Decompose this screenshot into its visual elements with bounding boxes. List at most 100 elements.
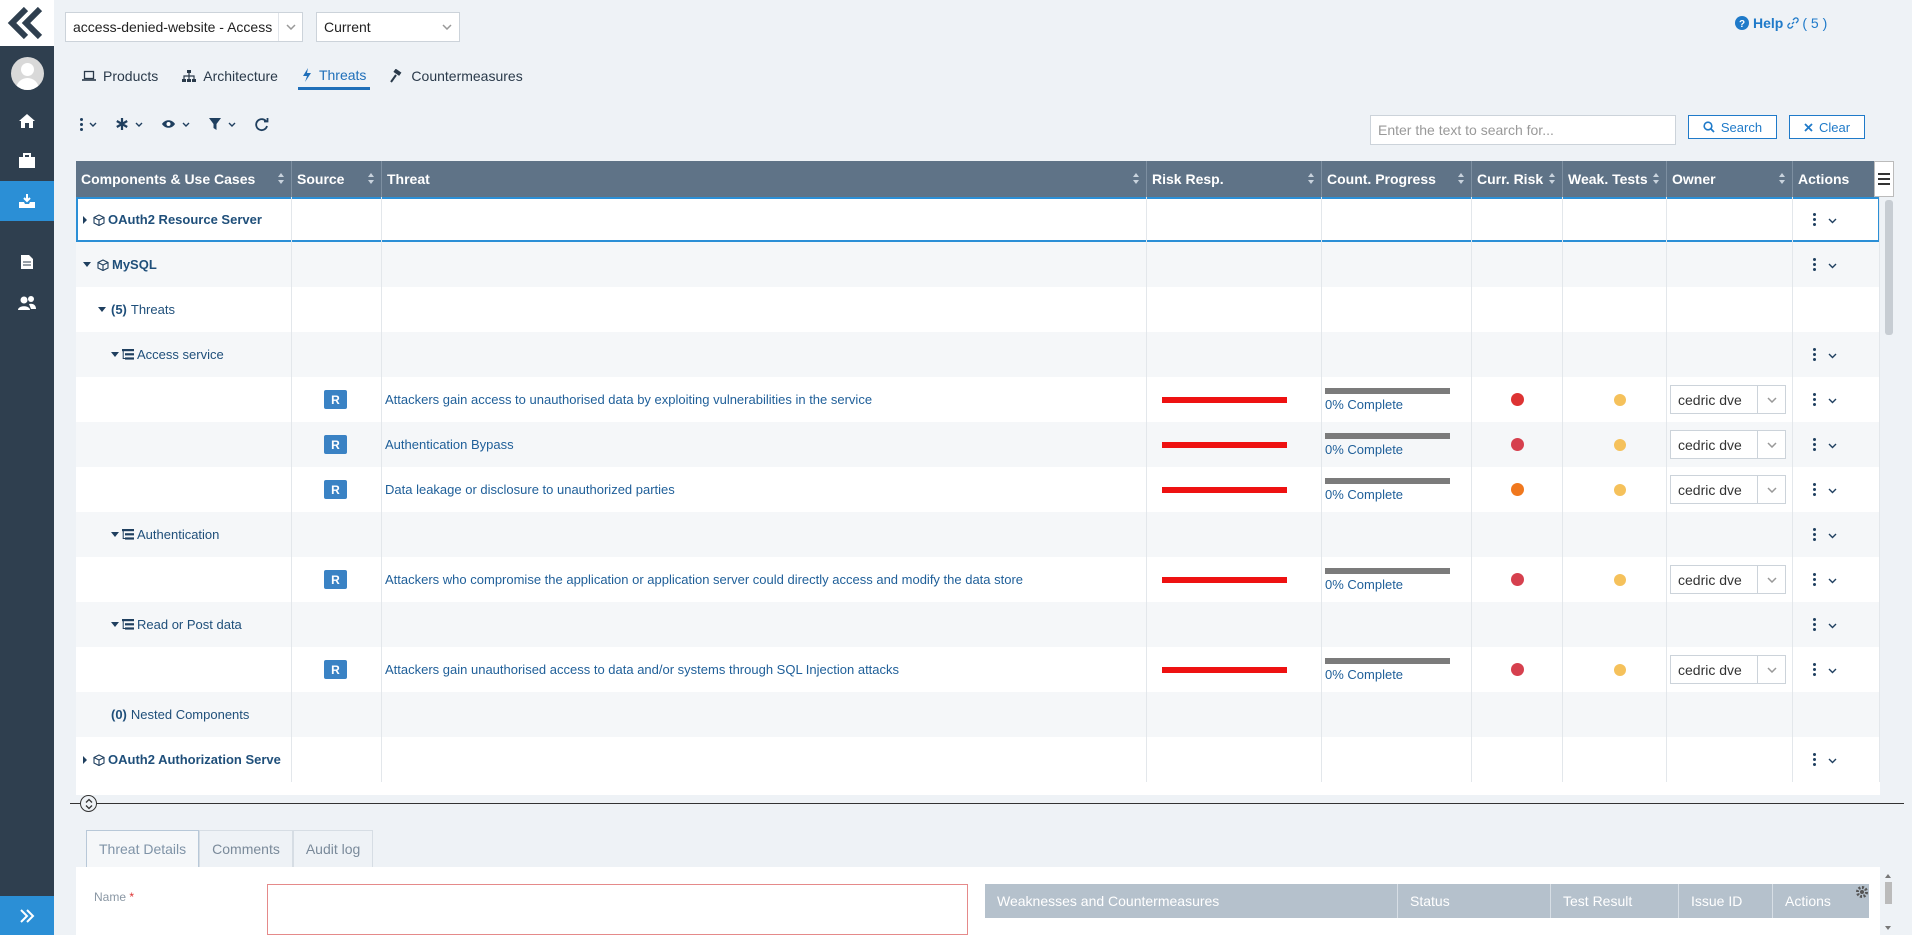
- grid-scrollbar[interactable]: [1885, 200, 1893, 335]
- tab-products[interactable]: Products: [78, 62, 162, 90]
- row-expand-button[interactable]: [1828, 437, 1837, 452]
- threat-name[interactable]: Authentication Bypass: [382, 437, 514, 452]
- threat-name[interactable]: Attackers gain access to unauthorised da…: [382, 392, 872, 407]
- column-header-source[interactable]: Source: [292, 161, 382, 197]
- row-expand-button[interactable]: [1828, 392, 1837, 407]
- owner-select[interactable]: cedric dve: [1670, 655, 1786, 684]
- search-input[interactable]: [1370, 115, 1676, 145]
- column-header-test-result[interactable]: Test Result: [1551, 884, 1679, 918]
- project-select[interactable]: access-denied-website - Access: [65, 12, 303, 42]
- column-header-components[interactable]: Components & Use Cases: [76, 161, 292, 197]
- kebab-icon[interactable]: [1813, 753, 1816, 766]
- refresh-button[interactable]: [254, 113, 269, 135]
- help-link[interactable]: ? Help ( 5 ): [1735, 15, 1827, 31]
- gear-icon[interactable]: [1855, 885, 1869, 902]
- nav-briefcase[interactable]: [0, 141, 54, 181]
- view-dropdown[interactable]: [161, 113, 190, 135]
- search-button[interactable]: Search: [1688, 115, 1777, 139]
- row-expand-button[interactable]: [1828, 482, 1837, 497]
- usecase-name[interactable]: Read or Post data: [137, 617, 242, 632]
- component-name[interactable]: OAuth2 Authorization Serve: [108, 752, 281, 767]
- owner-select[interactable]: cedric dve: [1670, 565, 1786, 594]
- table-row[interactable]: MySQL: [76, 242, 1880, 287]
- column-menu-button[interactable]: [1874, 161, 1894, 197]
- caret-right-icon[interactable]: [83, 755, 87, 764]
- nav-reports[interactable]: [0, 242, 54, 282]
- table-row[interactable]: OAuth2 Authorization Serve: [76, 737, 1880, 782]
- owner-select[interactable]: cedric dve: [1670, 385, 1786, 414]
- nav-users[interactable]: [0, 283, 54, 323]
- row-expand-button[interactable]: [1828, 212, 1837, 227]
- group-label[interactable]: Threats: [131, 302, 175, 317]
- caret-down-icon[interactable]: [111, 352, 119, 357]
- table-row[interactable]: Read or Post data: [76, 602, 1880, 647]
- tab-architecture[interactable]: Architecture: [178, 62, 282, 90]
- column-header-owner[interactable]: Owner: [1667, 161, 1793, 197]
- table-row[interactable]: R Attackers who compromise the applicatio…: [76, 557, 1880, 602]
- usecase-name[interactable]: Authentication: [137, 527, 219, 542]
- kebab-icon[interactable]: [1813, 528, 1816, 541]
- expand-nav-button[interactable]: [0, 896, 54, 935]
- threat-name[interactable]: Attackers who compromise the application…: [382, 572, 1023, 587]
- kebab-icon[interactable]: [1813, 483, 1816, 496]
- column-header-risk-resp[interactable]: Risk Resp.: [1147, 161, 1322, 197]
- caret-right-icon[interactable]: [83, 215, 87, 224]
- owner-select[interactable]: cedric dve: [1670, 475, 1786, 504]
- kebab-icon[interactable]: [1813, 393, 1816, 406]
- table-row[interactable]: (0) Nested Components: [76, 692, 1880, 737]
- group-label[interactable]: Nested Components: [131, 707, 250, 722]
- kebab-icon[interactable]: [1813, 663, 1816, 676]
- column-header-weak-tests[interactable]: Weak. Tests: [1563, 161, 1667, 197]
- table-row[interactable]: R Authentication Bypass 0% Complete cedric …: [76, 422, 1880, 467]
- splitter-handle[interactable]: [80, 795, 97, 812]
- nav-home[interactable]: [0, 101, 54, 141]
- component-name[interactable]: MySQL: [112, 257, 157, 272]
- row-expand-button[interactable]: [1828, 347, 1837, 362]
- threat-name[interactable]: Attackers gain unauthorised access to da…: [382, 662, 899, 677]
- asterisk-dropdown[interactable]: [115, 113, 143, 135]
- collapse-logo-button[interactable]: [0, 0, 54, 46]
- kebab-icon[interactable]: [1813, 348, 1816, 361]
- row-expand-button[interactable]: [1828, 527, 1837, 542]
- column-header-weaknesses[interactable]: Weaknesses and Countermeasures: [985, 884, 1398, 918]
- version-select[interactable]: Current: [316, 12, 460, 42]
- kebab-icon[interactable]: [1813, 438, 1816, 451]
- row-expand-button[interactable]: [1828, 617, 1837, 632]
- row-expand-button[interactable]: [1828, 662, 1837, 677]
- name-input[interactable]: [267, 884, 968, 935]
- tab-threats[interactable]: Threats: [297, 62, 371, 90]
- filter-dropdown[interactable]: [208, 113, 236, 135]
- caret-down-icon[interactable]: [98, 307, 106, 312]
- kebab-icon[interactable]: [1813, 573, 1816, 586]
- column-header-curr-risk[interactable]: Curr. Risk: [1472, 161, 1563, 197]
- column-header-threat[interactable]: Threat: [382, 161, 1147, 197]
- avatar[interactable]: [11, 57, 44, 90]
- panel-splitter[interactable]: [70, 803, 1904, 804]
- caret-down-icon[interactable]: [111, 622, 119, 627]
- kebab-icon[interactable]: [1813, 258, 1816, 271]
- table-row[interactable]: Access service: [76, 332, 1880, 377]
- tab-countermeasures[interactable]: Countermeasures: [386, 62, 526, 90]
- row-expand-button[interactable]: [1828, 752, 1837, 767]
- tab-comments[interactable]: Comments: [199, 830, 293, 867]
- row-expand-button[interactable]: [1828, 572, 1837, 587]
- kebab-icon[interactable]: [1813, 618, 1816, 631]
- caret-down-icon[interactable]: [111, 532, 119, 537]
- owner-select[interactable]: cedric dve: [1670, 430, 1786, 459]
- nav-threat-models[interactable]: [0, 181, 54, 221]
- clear-button[interactable]: Clear: [1789, 115, 1865, 139]
- detail-scrollbar[interactable]: [1882, 872, 1894, 932]
- usecase-name[interactable]: Access service: [137, 347, 224, 362]
- caret-down-icon[interactable]: [83, 262, 91, 267]
- column-header-status[interactable]: Status: [1398, 884, 1551, 918]
- more-options-dropdown[interactable]: [80, 113, 97, 135]
- table-row[interactable]: R Attackers gain access to unauthorised d…: [76, 377, 1880, 422]
- table-row[interactable]: R Attackers gain unauthorised access to d…: [76, 647, 1880, 692]
- kebab-icon[interactable]: [1813, 213, 1816, 226]
- threat-name[interactable]: Data leakage or disclosure to unauthoriz…: [382, 482, 675, 497]
- component-name[interactable]: OAuth2 Resource Server: [108, 212, 262, 227]
- table-row[interactable]: (5) Threats: [76, 287, 1880, 332]
- table-row[interactable]: OAuth2 Resource Server: [76, 197, 1880, 242]
- tab-audit-log[interactable]: Audit log: [292, 830, 374, 867]
- column-header-count-progress[interactable]: Count. Progress: [1322, 161, 1472, 197]
